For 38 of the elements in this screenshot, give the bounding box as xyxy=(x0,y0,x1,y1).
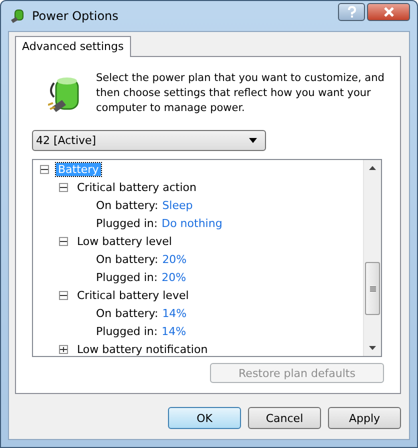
expander-icon[interactable] xyxy=(40,164,49,174)
setting-value[interactable]: Do nothing xyxy=(162,216,222,230)
scroll-thumb[interactable] xyxy=(365,262,380,315)
expander-icon[interactable] xyxy=(59,344,68,354)
tree-item[interactable]: Low battery notification xyxy=(75,342,210,356)
setting-label: On battery: xyxy=(96,252,158,266)
setting-label: Plugged in: xyxy=(96,324,158,338)
setting-label: Plugged in: xyxy=(96,270,158,284)
expander-icon[interactable] xyxy=(59,236,68,246)
ok-button[interactable]: OK xyxy=(168,407,241,429)
setting-value[interactable]: 20% xyxy=(162,270,186,284)
setting-label: On battery: xyxy=(96,306,158,320)
apply-button[interactable]: Apply xyxy=(328,407,401,429)
window-title: Power Options xyxy=(32,9,118,23)
help-button[interactable] xyxy=(338,3,365,21)
scrollbar[interactable] xyxy=(363,160,381,356)
tree-item[interactable]: Critical battery action xyxy=(75,180,198,194)
scroll-up-icon xyxy=(369,166,376,170)
grip-icon xyxy=(370,286,376,292)
expander-icon[interactable] xyxy=(59,182,68,192)
scroll-down-icon xyxy=(369,346,376,350)
setting-value[interactable]: 14% xyxy=(162,324,186,338)
dropdown-arrow-icon xyxy=(249,138,257,143)
setting-value[interactable]: Sleep xyxy=(162,198,193,212)
tab[interactable]: Advanced settings xyxy=(15,36,131,57)
plan-dropdown[interactable]: 42 [Active] xyxy=(32,130,266,151)
setting-value[interactable]: 20% xyxy=(162,252,187,266)
close-icon xyxy=(382,7,394,17)
setting-label: Plugged in: xyxy=(96,216,158,230)
close-button[interactable] xyxy=(367,3,410,21)
setting-value[interactable]: 14% xyxy=(162,306,187,320)
expander-icon[interactable] xyxy=(59,290,68,300)
tree-item[interactable]: Low battery level xyxy=(75,234,174,248)
help-icon xyxy=(346,6,356,18)
tree-item[interactable]: Critical battery level xyxy=(75,288,191,302)
setting-label: On battery: xyxy=(96,198,158,212)
cancel-button[interactable]: Cancel xyxy=(248,407,321,429)
description-text: Select the power plan that you want to customize, and then choose settings that reflect how you want your computer to manage power. xyxy=(96,71,386,116)
